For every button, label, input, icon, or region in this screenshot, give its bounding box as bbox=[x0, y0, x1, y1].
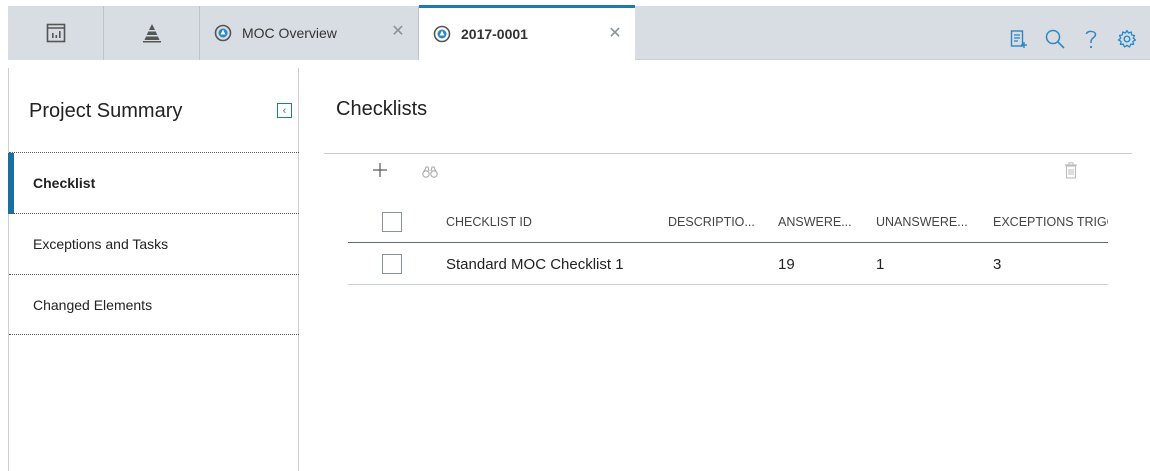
row-select-cell bbox=[382, 243, 402, 285]
sidebar-item-checklist[interactable]: Checklist bbox=[8, 152, 299, 214]
column-header-answered[interactable]: ANSWERE... bbox=[778, 201, 858, 243]
pyramid-icon bbox=[142, 23, 162, 43]
sidebar-item-label: Exceptions and Tasks bbox=[33, 236, 169, 252]
tab-moc-overview[interactable]: MOC Overview ✕ bbox=[200, 6, 419, 60]
checklists-grid: CHECKLIST ID DESCRIPTIO... ANSWERE... UN… bbox=[348, 201, 1108, 285]
exceptions-cell: 3 bbox=[993, 255, 1002, 273]
toolbar-icons bbox=[1008, 12, 1138, 66]
sidebar-item-exceptions-and-tasks[interactable]: Exceptions and Tasks bbox=[9, 213, 299, 274]
add-icon bbox=[372, 162, 388, 183]
dashboard-tab[interactable] bbox=[8, 6, 104, 60]
grid-header: CHECKLIST ID DESCRIPTIO... ANSWERE... UN… bbox=[348, 201, 1108, 243]
main-panel: Checklists CHECKLIST ID DESCRIPTIO... AN… bbox=[300, 68, 1150, 471]
sidebar-item-label: Checklist bbox=[33, 175, 96, 191]
tab-2017-0001[interactable]: 2017-0001 ✕ bbox=[419, 5, 635, 60]
column-header-exceptions-triggered[interactable]: EXCEPTIONS TRIGG bbox=[993, 201, 1108, 243]
column-header-unanswered[interactable]: UNANSWERE... bbox=[876, 201, 976, 243]
sidebar-title: Project Summary bbox=[29, 100, 183, 122]
column-header-description[interactable]: DESCRIPTIO... bbox=[668, 201, 758, 243]
divider bbox=[324, 153, 1132, 154]
table-row[interactable]: Standard MOC Checklist 1 19 1 3 bbox=[348, 243, 1108, 285]
sidebar: Project Summary ‹ Checklist Exceptions a… bbox=[8, 68, 299, 471]
select-all-checkbox[interactable] bbox=[382, 212, 402, 232]
answered-cell: 19 bbox=[778, 255, 795, 273]
top-bar: MOC Overview ✕ 2017-0001 ✕ bbox=[0, 0, 1150, 68]
sidebar-item-label: Changed Elements bbox=[33, 296, 153, 313]
collapse-sidebar-icon[interactable]: ‹ bbox=[277, 103, 292, 118]
search-icon[interactable] bbox=[1044, 28, 1066, 50]
find-button[interactable] bbox=[420, 165, 440, 183]
unanswered-cell: 1 bbox=[876, 255, 885, 273]
close-icon[interactable]: ✕ bbox=[607, 26, 623, 42]
dashboard-icon bbox=[46, 23, 66, 43]
help-icon[interactable] bbox=[1080, 28, 1102, 50]
add-button[interactable] bbox=[370, 162, 390, 182]
sidebar-item-changed-elements[interactable]: Changed Elements bbox=[9, 274, 299, 335]
select-all-cell bbox=[382, 201, 402, 243]
close-icon[interactable]: ✕ bbox=[390, 24, 406, 40]
moc-cycle-icon bbox=[214, 24, 232, 42]
tab-strip: MOC Overview ✕ 2017-0001 ✕ bbox=[8, 5, 1150, 60]
clipboard-add-icon[interactable] bbox=[1008, 28, 1030, 50]
row-checkbox[interactable] bbox=[382, 254, 402, 274]
column-header-checklist-id[interactable]: CHECKLIST ID bbox=[446, 201, 646, 243]
description-cell bbox=[668, 243, 758, 285]
delete-button[interactable] bbox=[1063, 162, 1079, 184]
binoculars-icon bbox=[422, 165, 438, 184]
sidebar-nav: Checklist Exceptions and Tasks Changed E… bbox=[8, 152, 299, 335]
checklist-id-link[interactable]: Standard MOC Checklist 1 bbox=[446, 243, 666, 285]
moc-cycle-icon bbox=[433, 25, 451, 43]
trash-icon bbox=[1064, 162, 1078, 184]
pyramid-tab[interactable] bbox=[104, 6, 200, 60]
tab-label: MOC Overview bbox=[242, 25, 337, 41]
page-title: Checklists bbox=[336, 98, 428, 120]
settings-icon[interactable] bbox=[1116, 28, 1138, 50]
tab-label: 2017-0001 bbox=[461, 26, 528, 42]
